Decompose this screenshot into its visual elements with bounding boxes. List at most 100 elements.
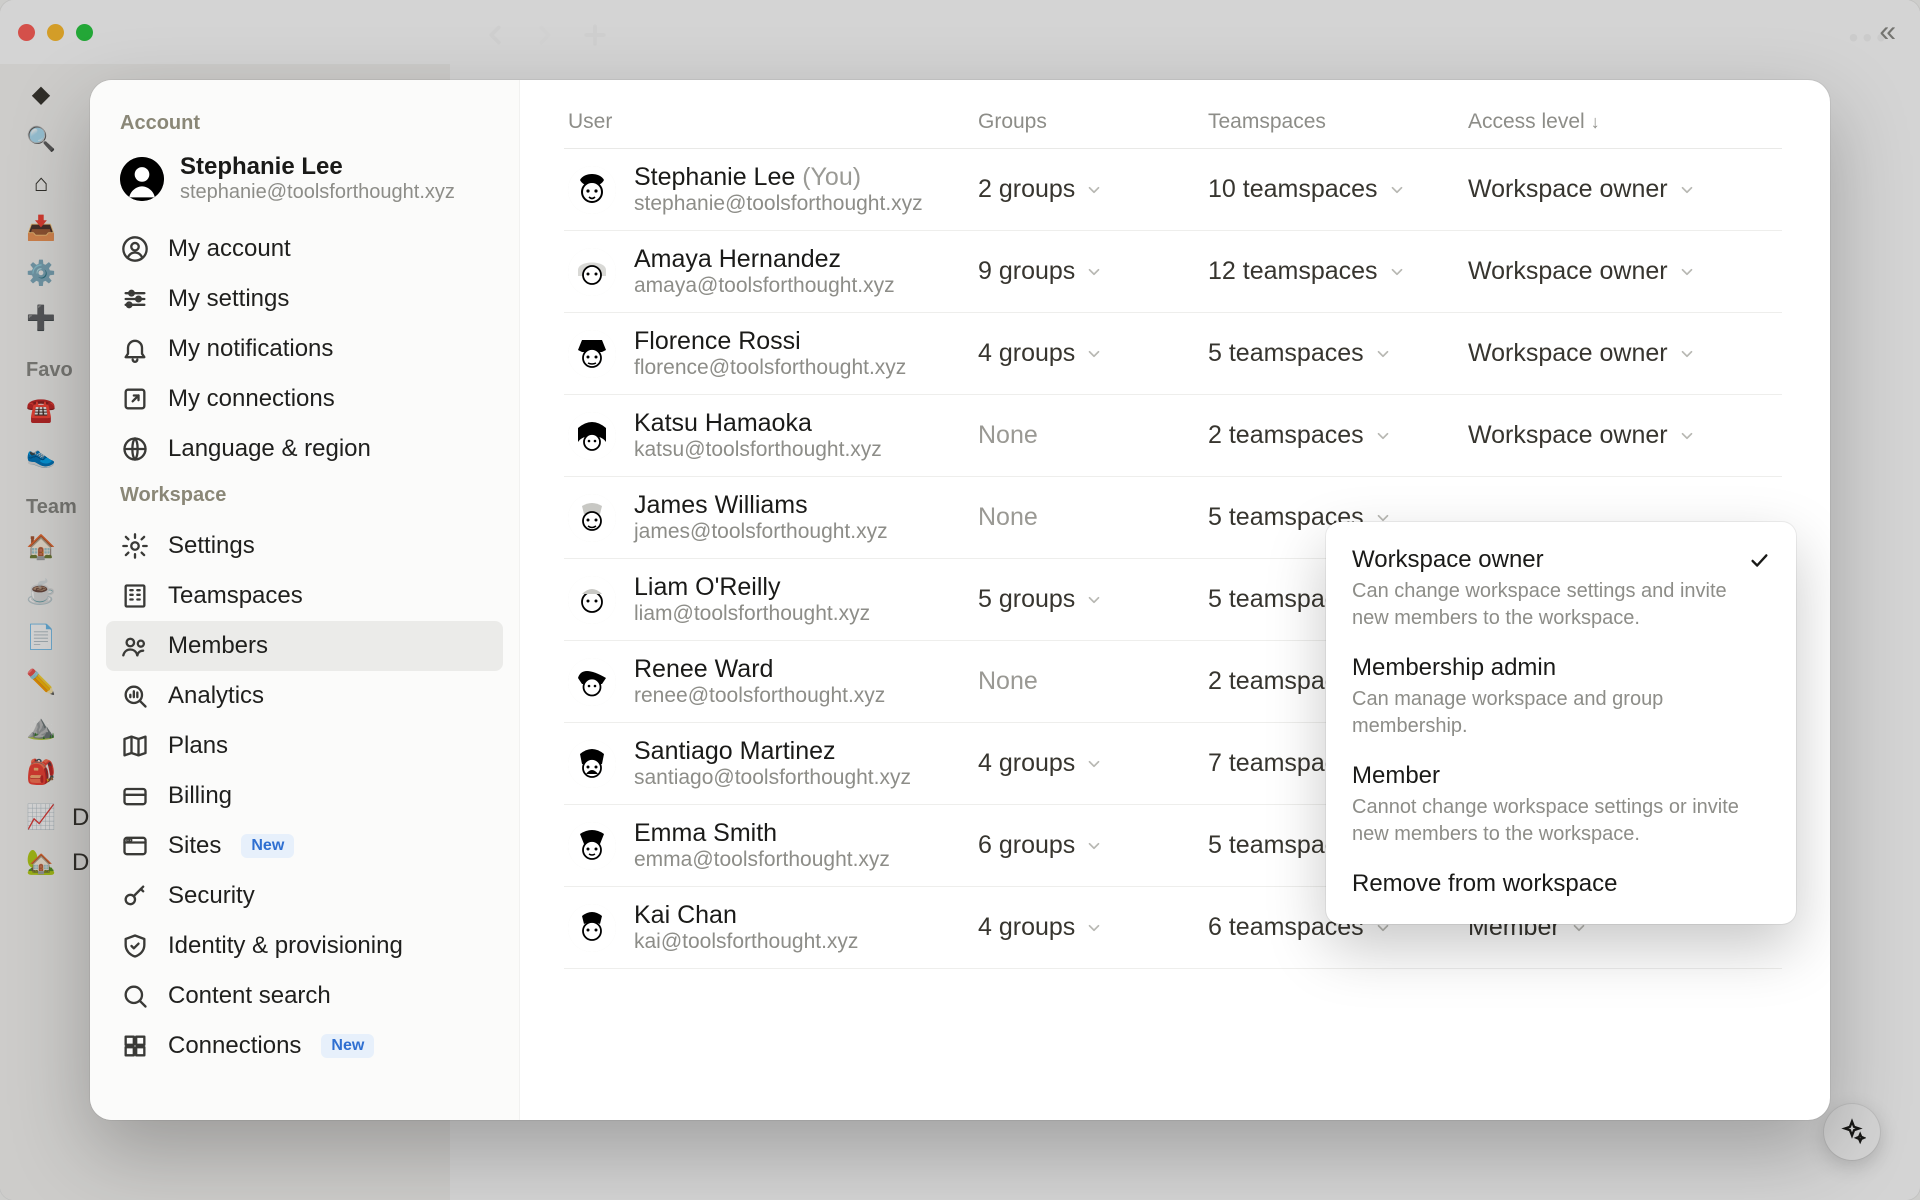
nav-item-my-connections[interactable]: My connections	[106, 374, 503, 424]
workspace-section-label: Workspace	[106, 474, 503, 521]
you-tag: (You)	[802, 163, 861, 191]
nav-item-label: My account	[168, 235, 291, 263]
nav-item-connections[interactable]: Connections New	[106, 1021, 503, 1071]
col-user[interactable]: User	[568, 110, 978, 134]
groups-cell[interactable]: 6 groups	[978, 831, 1208, 860]
groups-cell[interactable]: None	[978, 667, 1208, 696]
user-email: florence@toolsforthought.xyz	[634, 356, 906, 380]
access-cell[interactable]: Workspace owner	[1468, 175, 1778, 204]
settings-modal: Account Stephanie Lee stephanie@toolsfor…	[90, 80, 1830, 1120]
member-row: Katsu Hamaoka katsu@toolsforthought.xyz …	[564, 395, 1782, 477]
teamspaces-cell[interactable]: 2 teamspaces	[1208, 421, 1468, 450]
user-cell: Liam O'Reilly liam@toolsforthought.xyz	[568, 573, 978, 626]
access-value: Workspace owner	[1468, 421, 1668, 450]
avatar	[568, 576, 616, 624]
groups-value: 6 groups	[978, 831, 1075, 860]
building-icon	[120, 581, 150, 611]
user-name: Santiago Martinez	[634, 737, 911, 766]
map-icon	[120, 731, 150, 761]
nav-item-content-search[interactable]: Content search	[106, 971, 503, 1021]
nav-item-language-region[interactable]: Language & region	[106, 424, 503, 474]
nav-item-identity-provisioning[interactable]: Identity & provisioning	[106, 921, 503, 971]
nav-item-security[interactable]: Security	[106, 871, 503, 921]
nav-item-sites[interactable]: Sites New	[106, 821, 503, 871]
user-email: santiago@toolsforthought.xyz	[634, 766, 911, 790]
nav-item-members[interactable]: Members	[106, 621, 503, 671]
members-table-header: User Groups Teamspaces Access level ↓	[564, 104, 1782, 149]
access-cell[interactable]: Workspace owner	[1468, 339, 1778, 368]
groups-cell[interactable]: 4 groups	[978, 339, 1208, 368]
member-row: Florence Rossi florence@toolsforthought.…	[564, 313, 1782, 395]
check-icon	[1748, 549, 1770, 571]
user-name: Kai Chan	[634, 901, 858, 930]
teamspaces-value: 10 teamspaces	[1208, 175, 1378, 204]
groups-cell[interactable]: 4 groups	[978, 749, 1208, 778]
nav-item-label: Billing	[168, 782, 232, 810]
nav-item-analytics[interactable]: Analytics	[106, 671, 503, 721]
key-icon	[120, 881, 150, 911]
user-email: renee@toolsforthought.xyz	[634, 684, 885, 708]
nav-item-label: Analytics	[168, 682, 264, 710]
avatar	[568, 740, 616, 788]
nav-item-label: Settings	[168, 532, 255, 560]
groups-cell[interactable]: None	[978, 421, 1208, 450]
nav-item-my-settings[interactable]: My settings	[106, 274, 503, 324]
groups-cell[interactable]: 9 groups	[978, 257, 1208, 286]
gear-icon	[120, 531, 150, 561]
credit-card-icon	[120, 781, 150, 811]
user-name: Emma Smith	[634, 819, 890, 848]
nav-item-settings[interactable]: Settings	[106, 521, 503, 571]
user-email: james@toolsforthought.xyz	[634, 520, 888, 544]
user-name: Amaya Hernandez	[634, 245, 895, 274]
nav-item-label: My notifications	[168, 335, 333, 363]
avatar	[568, 412, 616, 460]
access-value: Workspace owner	[1468, 339, 1668, 368]
user-name: Renee Ward	[634, 655, 885, 684]
new-badge: New	[321, 1034, 374, 1058]
nav-item-label: Plans	[168, 732, 228, 760]
profile-block[interactable]: Stephanie Lee stephanie@toolsforthought.…	[106, 149, 503, 224]
groups-cell[interactable]: 4 groups	[978, 913, 1208, 942]
shield-icon	[120, 931, 150, 961]
nav-item-plans[interactable]: Plans	[106, 721, 503, 771]
user-cell: Renee Ward renee@toolsforthought.xyz	[568, 655, 978, 708]
access-option[interactable]: Member Cannot change workspace settings …	[1332, 752, 1790, 860]
groups-value: 4 groups	[978, 913, 1075, 942]
nav-item-label: Content search	[168, 982, 331, 1010]
access-cell[interactable]: Workspace owner	[1468, 257, 1778, 286]
account-section-label: Account	[106, 102, 503, 149]
col-teamspaces[interactable]: Teamspaces	[1208, 110, 1468, 134]
access-level-menu[interactable]: Workspace owner Can change workspace set…	[1326, 522, 1796, 924]
teamspaces-value: 2 teamspaces	[1208, 421, 1364, 450]
teamspaces-cell[interactable]: 5 teamspaces	[1208, 339, 1468, 368]
grid-icon	[120, 1031, 150, 1061]
groups-cell[interactable]: None	[978, 503, 1208, 532]
nav-item-billing[interactable]: Billing	[106, 771, 503, 821]
member-row: Amaya Hernandez amaya@toolsforthought.xy…	[564, 231, 1782, 313]
new-badge: New	[241, 834, 294, 858]
nav-item-my-notifications[interactable]: My notifications	[106, 324, 503, 374]
teamspaces-cell[interactable]: 12 teamspaces	[1208, 257, 1468, 286]
avatar	[568, 330, 616, 378]
access-option-title: Membership admin	[1352, 654, 1556, 682]
access-cell[interactable]: Workspace owner	[1468, 421, 1778, 450]
nav-item-label: Connections	[168, 1032, 301, 1060]
settings-sidebar: Account Stephanie Lee stephanie@toolsfor…	[90, 80, 520, 1120]
nav-item-label: Sites	[168, 832, 221, 860]
nav-item-teamspaces[interactable]: Teamspaces	[106, 571, 503, 621]
user-email: liam@toolsforthought.xyz	[634, 602, 870, 626]
user-email: stephanie@toolsforthought.xyz	[634, 192, 923, 216]
nav-item-my-account[interactable]: My account	[106, 224, 503, 274]
col-access[interactable]: Access level ↓	[1468, 110, 1778, 134]
teamspaces-cell[interactable]: 10 teamspaces	[1208, 175, 1468, 204]
groups-value: 5 groups	[978, 585, 1075, 614]
col-groups[interactable]: Groups	[978, 110, 1208, 134]
groups-cell[interactable]: 2 groups	[978, 175, 1208, 204]
access-option[interactable]: Workspace owner Can change workspace set…	[1332, 536, 1790, 644]
user-email: amaya@toolsforthought.xyz	[634, 274, 895, 298]
user-email: emma@toolsforthought.xyz	[634, 848, 890, 872]
remove-from-workspace[interactable]: Remove from workspace	[1332, 860, 1790, 910]
user-name: James Williams	[634, 491, 888, 520]
groups-cell[interactable]: 5 groups	[978, 585, 1208, 614]
access-option[interactable]: Membership admin Can manage workspace an…	[1332, 644, 1790, 752]
